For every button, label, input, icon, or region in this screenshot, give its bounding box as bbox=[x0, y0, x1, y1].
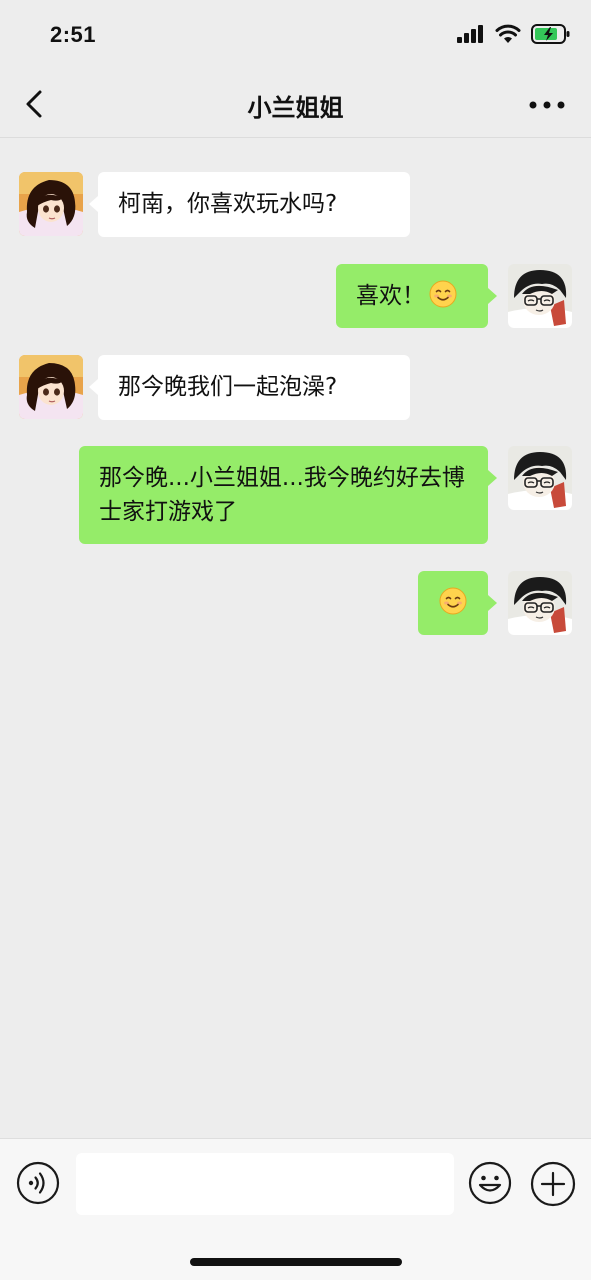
user-avatar[interactable] bbox=[508, 446, 572, 510]
message-input[interactable] bbox=[76, 1153, 454, 1215]
cellular-signal-icon bbox=[457, 25, 483, 43]
more-functions-plus-icon[interactable] bbox=[530, 1161, 576, 1207]
bubble-tail bbox=[488, 288, 497, 304]
user-avatar[interactable] bbox=[508, 264, 572, 328]
bubble-tail bbox=[488, 470, 497, 486]
message-bubble-outgoing[interactable] bbox=[418, 571, 488, 635]
voice-input-icon[interactable] bbox=[16, 1161, 60, 1205]
home-indicator[interactable] bbox=[190, 1258, 402, 1266]
battery-charging-icon bbox=[531, 24, 570, 44]
more-options-icon[interactable] bbox=[527, 92, 567, 118]
smile-emoji-icon bbox=[429, 280, 457, 308]
message-bubble-incoming[interactable]: 柯南，你喜欢玩水吗? bbox=[98, 172, 410, 237]
chat-title: 小兰姐姐 bbox=[247, 94, 344, 122]
message-text: 喜欢！ bbox=[356, 283, 425, 309]
user-avatar[interactable] bbox=[508, 571, 572, 635]
message-bubble-outgoing[interactable]: 那今晚...小兰姐姐...我今晚约好去博士家打游戏了 bbox=[79, 446, 488, 544]
message-bubble-incoming[interactable]: 那今晚我们一起泡澡? bbox=[98, 355, 410, 420]
emoji-picker-icon[interactable] bbox=[468, 1161, 512, 1205]
wifi-icon bbox=[495, 24, 521, 43]
chat-screen: 2:51 小兰姐姐 柯南，你喜欢玩水吗? 喜欢！ 那今晚我们一起泡澡? 那今晚.… bbox=[0, 0, 591, 1280]
status-bar: 2:51 bbox=[0, 0, 591, 72]
nav-bar: 小兰姐姐 bbox=[0, 72, 591, 138]
contact-avatar[interactable] bbox=[19, 172, 83, 236]
bubble-tail bbox=[488, 595, 497, 611]
status-time: 2:51 bbox=[50, 22, 97, 47]
message-bubble-outgoing[interactable]: 喜欢！ bbox=[336, 264, 488, 328]
bubble-tail bbox=[89, 196, 98, 212]
contact-avatar[interactable] bbox=[19, 355, 83, 419]
smile-emoji-icon bbox=[439, 587, 467, 615]
bubble-tail bbox=[89, 379, 98, 395]
status-icons bbox=[457, 24, 571, 44]
